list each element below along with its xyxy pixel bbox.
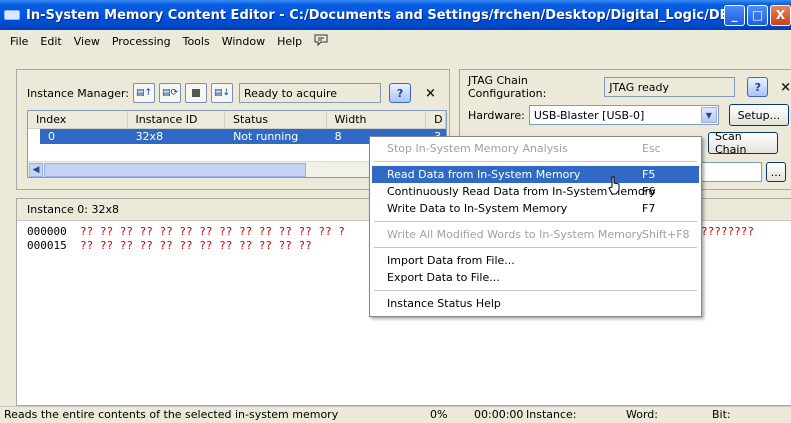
menu-item-label: Stop In-System Memory Analysis: [387, 142, 568, 155]
menu-bar: File Edit View Processing Tools Window H…: [0, 30, 791, 52]
stop-icon[interactable]: [185, 83, 208, 103]
hardware-select[interactable]: USB-Blaster [USB-0] ▼: [528, 105, 719, 125]
status-bar: Reads the entire contents of the selecte…: [0, 406, 791, 423]
setup-button[interactable]: Setup...: [728, 104, 789, 126]
memory-address: 000015: [27, 239, 67, 252]
shortcut-label: F6: [642, 185, 656, 198]
menu-edit[interactable]: Edit: [34, 35, 67, 48]
menu-item-write-data[interactable]: Write Data to In-System Memory F7: [372, 200, 699, 217]
word-label: Word:: [626, 408, 658, 421]
menu-item-status-help[interactable]: Instance Status Help: [372, 295, 699, 312]
menu-item-read-data[interactable]: Read Data from In-System Memory F5: [372, 166, 699, 183]
chevron-down-icon[interactable]: ▼: [700, 107, 717, 123]
jtag-close-icon[interactable]: ×: [780, 80, 791, 95]
hardware-value: USB-Blaster [USB-0]: [533, 108, 645, 122]
close-icon[interactable]: ×: [425, 86, 436, 101]
menu-separator: [374, 161, 697, 162]
menu-help[interactable]: Help: [271, 35, 308, 48]
status-message: Reads the entire contents of the selecte…: [4, 408, 339, 421]
shortcut-label: Esc: [642, 142, 661, 155]
memory-address: 000000: [27, 225, 67, 238]
shortcut-label: Shift+F8: [642, 228, 690, 241]
menu-separator: [374, 247, 697, 248]
window-title: In-System Memory Content Editor - C:/Doc…: [26, 7, 724, 23]
menu-item-label: Export Data to File...: [387, 271, 500, 284]
menu-separator: [374, 221, 697, 222]
menu-window[interactable]: Window: [216, 35, 271, 48]
menu-item-import[interactable]: Import Data from File...: [372, 252, 699, 269]
menu-item-continuous-read[interactable]: Continuously Read Data from In-System Me…: [372, 183, 699, 200]
minimize-button[interactable]: _: [724, 4, 745, 26]
menu-item-stop-analysis[interactable]: Stop In-System Memory Analysis Esc: [372, 140, 699, 157]
menu-file[interactable]: File: [4, 35, 34, 48]
maximize-button[interactable]: □: [747, 4, 768, 26]
scroll-thumb[interactable]: [44, 163, 306, 177]
jtag-config-label: JTAG Chain Configuration:: [468, 74, 547, 100]
close-button[interactable]: X: [770, 4, 791, 26]
help-icon[interactable]: ?: [389, 83, 412, 103]
app-icon: [4, 10, 20, 20]
hardware-label: Hardware:: [468, 108, 525, 122]
menu-item-label: Instance Status Help: [387, 297, 501, 310]
col-width[interactable]: Width: [327, 111, 427, 128]
memory-data[interactable]: ?? ?? ?? ?? ?? ?? ?? ?? ?? ?? ?? ?? ?? ?: [80, 225, 345, 238]
sof-path-field[interactable]: [696, 162, 762, 182]
cell-status: Not running: [233, 130, 299, 143]
menu-item-label: Import Data from File...: [387, 254, 515, 267]
acquire-status: Ready to acquire: [239, 83, 382, 103]
menu-tools[interactable]: Tools: [177, 35, 216, 48]
menu-item-write-modified[interactable]: Write All Modified Words to In-System Me…: [372, 226, 699, 243]
menu-item-label: Write All Modified Words to In-System Me…: [387, 228, 643, 241]
menu-view[interactable]: View: [68, 35, 106, 48]
menu-separator: [374, 290, 697, 291]
shortcut-label: F5: [642, 168, 656, 181]
memory-data[interactable]: ?? ?? ?? ?? ?? ?? ?? ?? ?? ?? ?? ??: [80, 239, 312, 252]
jtag-status-field: JTAG ready: [604, 77, 736, 97]
context-menu: Stop In-System Memory Analysis Esc Read …: [369, 136, 702, 317]
instance-label: Instance:: [526, 408, 577, 421]
menu-item-export[interactable]: Export Data to File...: [372, 269, 699, 286]
elapsed-time: 00:00:00: [474, 408, 524, 421]
browse-button[interactable]: ...: [766, 162, 786, 182]
menu-item-label: Read Data from In-System Memory: [387, 168, 581, 181]
bit-label: Bit:: [712, 408, 731, 421]
write-icon[interactable]: ▤↓: [211, 83, 234, 103]
title-bar[interactable]: In-System Memory Content Editor - C:/Doc…: [0, 0, 791, 30]
jtag-help-icon[interactable]: ?: [747, 77, 769, 97]
cell-instance-id: 32x8: [135, 130, 164, 143]
menu-processing[interactable]: Processing: [106, 35, 177, 48]
help-pointer-icon[interactable]: [308, 34, 334, 49]
cell-index: 0: [48, 130, 55, 143]
mouse-cursor-icon: [608, 176, 620, 195]
col-status[interactable]: Status: [225, 111, 327, 128]
col-instance-id[interactable]: Instance ID: [128, 111, 226, 128]
continuous-read-icon[interactable]: ▤⟳: [159, 83, 182, 103]
scan-chain-button[interactable]: Scan Chain: [708, 130, 778, 156]
memory-ascii: ????????: [701, 225, 754, 238]
read-once-icon[interactable]: ▤↑: [133, 83, 156, 103]
scroll-left-icon[interactable]: ◀: [29, 163, 43, 177]
instance-manager-label: Instance Manager:: [27, 86, 130, 100]
col-index[interactable]: Index: [28, 111, 128, 128]
col-depth[interactable]: D: [426, 111, 446, 128]
shortcut-label: F7: [642, 202, 656, 215]
menu-item-label: Write Data to In-System Memory: [387, 202, 568, 215]
progress-percent: 0%: [430, 408, 448, 421]
